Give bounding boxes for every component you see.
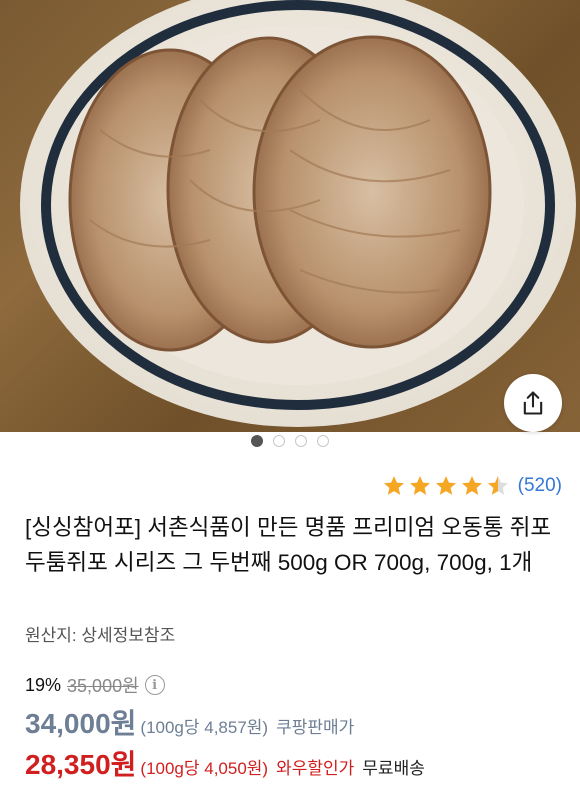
carousel-dot[interactable] [295,435,307,447]
wow-price: 28,350원 [25,749,137,780]
carousel-dot[interactable] [273,435,285,447]
wow-price-row: 28,350원 (100g당 4,050원) 와우할인가 무료배송 [25,743,425,783]
dried-fish-3 [252,35,492,349]
share-icon [523,391,543,415]
discount-rate: 19% [25,674,62,695]
rating[interactable]: (520) [382,474,562,498]
wow-tag: 와우할인가 [276,759,355,778]
wow-unit-price: (100g당 4,050원) [140,759,269,778]
free-shipping-label: 무료배송 [362,759,425,778]
sale-unit-price: (100g당 4,857원) [140,718,269,737]
original-price: 35,000원 [67,676,139,696]
carousel-dot[interactable] [251,435,263,447]
product-title: [싱싱참어포] 서촌식품이 만든 명품 프리미엄 오동통 쥐포 두툼쥐포 시리즈… [25,515,552,575]
star-full-icon [409,476,430,495]
star-full-icon [435,476,456,495]
info-icon[interactable]: i [144,675,165,695]
share-button[interactable] [504,374,562,432]
carousel-indicator [0,434,580,448]
star-full-icon [383,476,404,495]
product-image[interactable] [0,0,580,432]
carousel-dot[interactable] [317,435,329,447]
star-half-icon [487,476,508,495]
sale-tag: 쿠팡판매가 [276,718,355,737]
discount-row: 19% 35,000원 i [25,672,165,698]
origin-info: 원산지: 상세정보참조 [25,626,176,645]
star-full-icon [461,476,482,495]
dried-fish-on-plate-photo [20,0,576,427]
rating-count[interactable]: (520) [518,475,562,497]
sale-price: 34,000원 [25,708,137,739]
sale-price-row: 34,000원 (100g당 4,857원) 쿠팡판매가 [25,702,354,742]
